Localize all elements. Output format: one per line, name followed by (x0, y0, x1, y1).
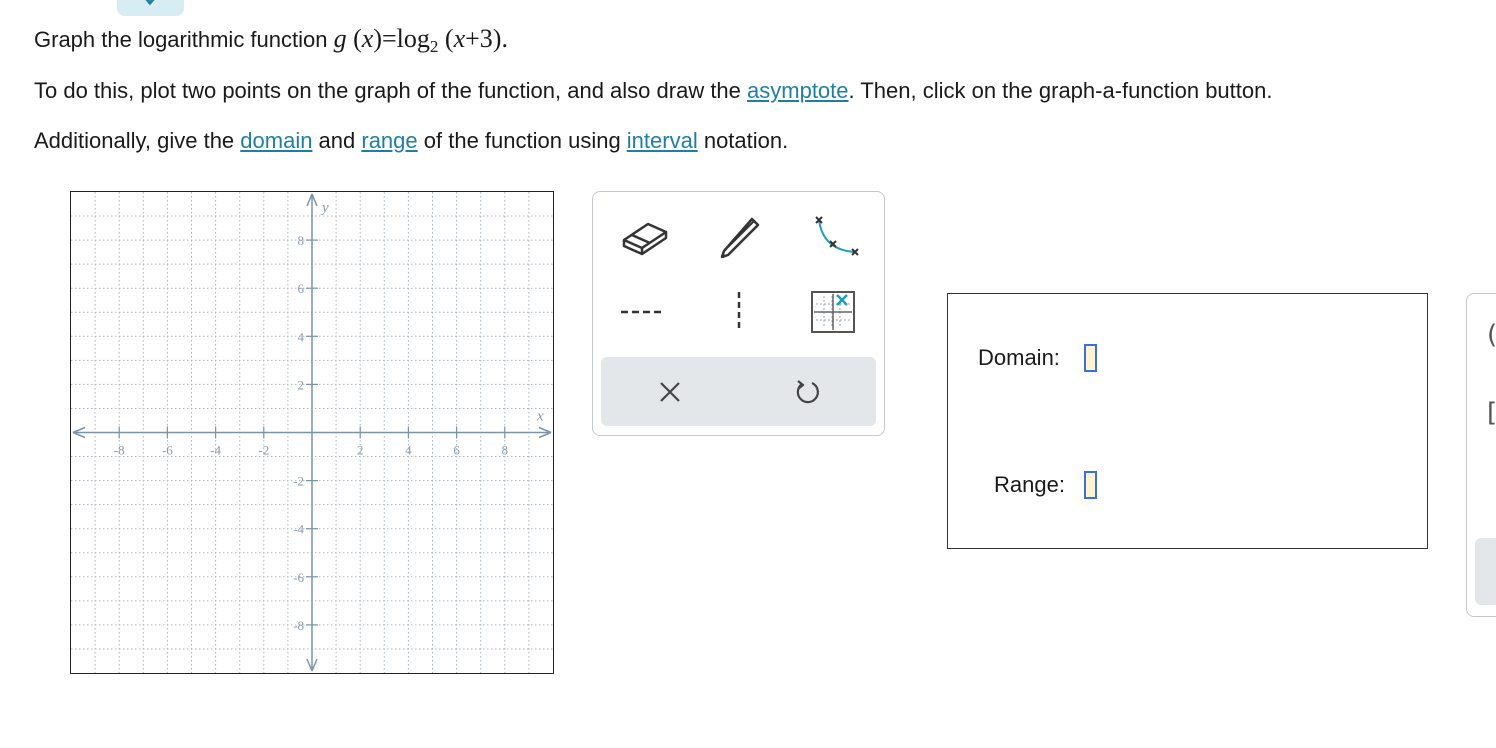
instruction-text-end: . Then, click on the graph-a-function bu… (848, 78, 1273, 103)
y-tick-label: 8 (298, 233, 305, 248)
instruction-line: To do this, plot two points on the graph… (34, 78, 1272, 104)
open-paren-key[interactable]: ( (1487, 320, 1496, 350)
problem-statement: Graph the logarithmic function g (x)=log… (34, 24, 508, 57)
answer-panel: Domain: Range: (947, 293, 1428, 549)
x-tick-label: -4 (210, 443, 221, 458)
y-tick-label: -6 (293, 570, 304, 585)
instruction-text: To do this, plot two points on the graph… (34, 78, 748, 103)
eraser-icon (622, 222, 668, 256)
undo-icon (796, 379, 819, 403)
domain-link[interactable]: domain (240, 128, 312, 153)
x-tick-label: -8 (114, 443, 125, 458)
range-input[interactable] (1084, 471, 1097, 499)
y-axis-label: y (320, 200, 329, 216)
y-tick-label: 6 (298, 281, 305, 296)
domain-label: Domain: (978, 345, 1060, 370)
coordinate-plane[interactable]: -8 -6 -4 -2 2 4 6 8 8 6 4 2 -2 -4 -6 -8 x y (71, 192, 553, 673)
vertical-asymptote-tool[interactable] (709, 282, 769, 342)
pencil-tool[interactable] (709, 206, 769, 266)
open-bracket-key[interactable]: [ (1487, 398, 1496, 428)
eraser-tool[interactable] (615, 206, 675, 266)
y-tick-label: 2 (298, 377, 305, 392)
x-tick-label: 6 (453, 443, 460, 458)
dashed-line-icon (621, 310, 661, 314)
range-label: Range: (994, 472, 1065, 497)
graph-function-icon (815, 216, 859, 256)
x-tick-label: -6 (162, 443, 173, 458)
collapse-tab[interactable] (117, 0, 184, 16)
interval-keypad-panel: ( [ (1466, 293, 1496, 617)
x-tick-label: 2 (357, 443, 364, 458)
clear-button[interactable] (601, 357, 738, 426)
asymptote-link[interactable]: asymptote (747, 78, 849, 103)
graph-grid-icon (811, 291, 855, 333)
interval-instruction: Additionally, give the domain and range … (34, 128, 788, 154)
log-symbol: log (396, 24, 430, 53)
dashed-line-tool[interactable] (611, 282, 671, 342)
keypad-button[interactable] (1475, 538, 1496, 605)
x-tick-label: 4 (405, 443, 412, 458)
pencil-icon (720, 217, 760, 259)
close-icon (659, 381, 680, 402)
vertical-asymptote-icon (737, 292, 741, 332)
domain-input[interactable] (1084, 344, 1097, 372)
log-base: 2 (429, 37, 439, 56)
graph-function-tool[interactable] (805, 206, 865, 266)
problem-text: Graph the logarithmic function (34, 27, 334, 52)
y-tick-label: -4 (293, 522, 304, 537)
chevron-down-icon (145, 0, 155, 6)
y-tick-label: -2 (293, 474, 304, 489)
y-tick-label: -8 (293, 618, 304, 633)
x-tick-label: -2 (258, 443, 269, 458)
undo-button[interactable] (739, 357, 876, 426)
function-expression: g (x)=log2 (x+3). (333, 24, 508, 56)
graph-fill-tool[interactable] (803, 282, 863, 342)
equals-sign: = (382, 24, 397, 53)
interval-text-b: and (312, 128, 362, 153)
interval-text-a: Additionally, give the (34, 128, 241, 153)
y-tick-label: 4 (298, 329, 305, 344)
period: . (501, 24, 508, 53)
argument-variable: x (453, 24, 466, 53)
x-tick-label: 8 (502, 443, 509, 458)
graph-toolbar (592, 191, 885, 436)
function-name: g (333, 24, 347, 53)
argument-rest: +3 (465, 24, 493, 53)
interval-link[interactable]: interval (627, 128, 698, 153)
x-axis-label: x (536, 409, 544, 425)
function-variable: x (361, 24, 374, 53)
range-link[interactable]: range (361, 128, 417, 153)
interval-text-c: of the function using (417, 128, 627, 153)
graph-area[interactable]: -8 -6 -4 -2 2 4 6 8 8 6 4 2 -2 -4 -6 -8 x y (70, 191, 554, 674)
interval-text-d: notation. (697, 128, 789, 153)
action-bar (601, 357, 876, 426)
